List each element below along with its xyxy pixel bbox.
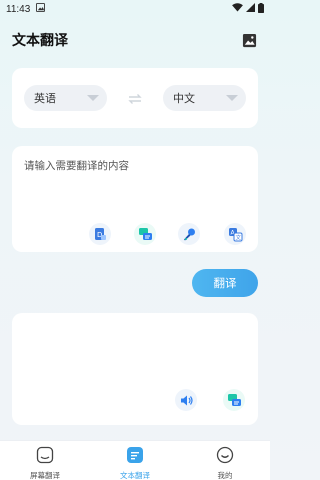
input-placeholder[interactable]: 请输入需要翻译的内容 [24,158,129,173]
document-translate-icon[interactable]: D [89,223,111,245]
chat-translate-icon[interactable] [223,389,245,411]
bottom-tab-bar: 屏幕翻译 文本翻译 我的 [0,440,270,480]
speaker-icon[interactable] [175,389,197,411]
dropdown-triangle-icon [226,95,238,101]
profile-smile-icon [216,446,234,468]
voice-mic-icon[interactable] [178,223,200,245]
output-card [12,313,258,425]
target-language-select[interactable]: 中文 [163,85,246,111]
tab-label: 我的 [217,471,233,480]
wifi-icon [232,3,243,15]
page-title: 文本翻译 [12,33,68,49]
tab-label: 文本翻译 [120,471,150,480]
app-header: 文本翻译 [0,22,270,58]
chat-translate-icon[interactable] [134,223,156,245]
status-time: 11:43 [6,3,31,15]
language-card: 英语 中文 [12,68,258,128]
tab-mine[interactable]: 我的 [180,441,270,480]
translate-button[interactable]: 翻译 [192,269,258,297]
target-language-label: 中文 [173,92,195,105]
tab-screen-translate[interactable]: 屏幕翻译 [0,441,90,480]
tab-text-translate[interactable]: 文本翻译 [90,441,180,480]
image-icon[interactable] [240,31,258,49]
screen-icon [36,446,54,468]
source-language-select[interactable]: 英语 [24,85,107,111]
input-card[interactable]: 请输入需要翻译的内容 D A文 [12,146,258,252]
document-icon [126,446,144,468]
swap-arrows-icon[interactable] [127,91,143,105]
tab-label: 屏幕翻译 [30,471,60,480]
svg-text:文: 文 [235,233,241,241]
gallery-notification-icon [36,3,46,15]
signal-icon [246,3,255,15]
battery-icon [258,2,264,16]
dropdown-triangle-icon [87,95,99,101]
status-bar: 11:43 [0,0,270,18]
text-translate-icon[interactable]: A文 [224,223,246,245]
source-language-label: 英语 [34,92,56,105]
